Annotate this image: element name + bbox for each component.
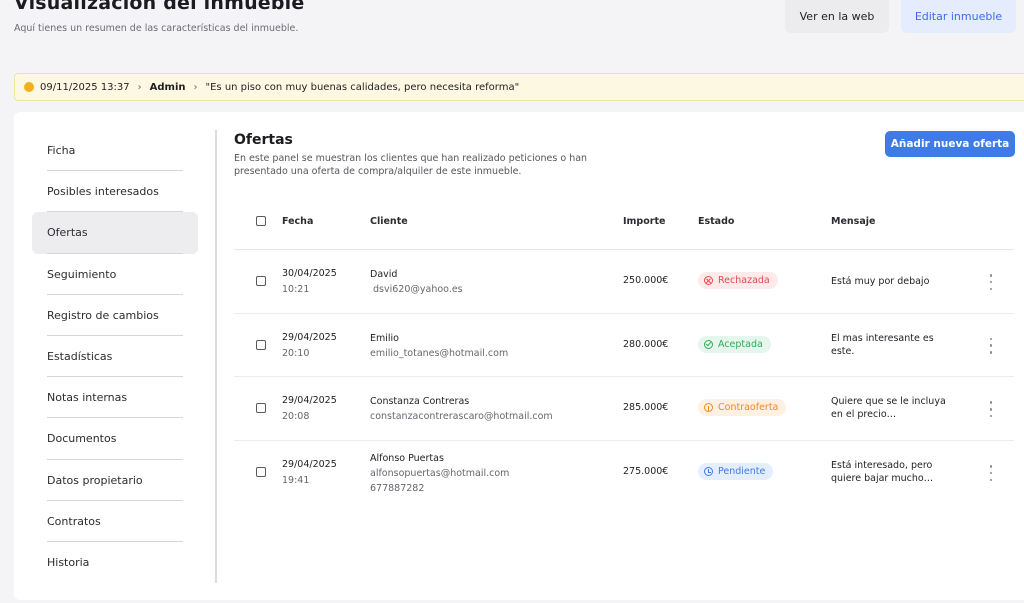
client-email: dsvi620@yahoo.es	[370, 284, 463, 295]
offer-amount: 250.000€	[623, 275, 669, 286]
x-circle-icon	[704, 276, 713, 285]
warning-icon	[24, 82, 34, 92]
page-subtitle: Aquí tienes un resumen de las caracterís…	[14, 23, 299, 34]
status-label: Contraoferta	[718, 402, 779, 414]
sidebar-item-documentos[interactable]: Documentos	[32, 418, 198, 460]
sidebar-item-contratos[interactable]: Contratos	[32, 501, 198, 543]
offer-date-cell: 29/04/2025 20:10	[282, 331, 337, 360]
select-all-checkbox[interactable]	[256, 216, 266, 226]
offers-table: Fecha Cliente Importe Estado Mensaje 30/…	[234, 198, 1014, 505]
offer-date: 29/04/2025	[282, 459, 337, 471]
table-header: Fecha Cliente Importe Estado Mensaje	[234, 198, 1014, 250]
status-label: Aceptada	[718, 338, 763, 350]
column-date[interactable]: Fecha	[282, 216, 313, 227]
client-cell: Alfonso Puertas alfonsopuertas@hotmail.co…	[370, 452, 509, 495]
status-badge: Contraoferta	[698, 399, 787, 417]
row-checkbox[interactable]	[256, 467, 266, 478]
client-name: David	[370, 269, 398, 280]
section-title: Ofertas	[234, 132, 293, 148]
latest-note-banner[interactable]: 09/11/2025 13:37 › Admin › "Es un piso c…	[14, 73, 1024, 101]
column-message[interactable]: Mensaje	[831, 216, 946, 227]
sidebar-item-datos-propietario[interactable]: Datos propietario	[32, 460, 198, 501]
offer-amount: 285.000€	[623, 402, 669, 414]
chevron-right-icon: ›	[193, 81, 198, 93]
client-email: alfonsopuertas@hotmail.com	[370, 468, 510, 480]
status-cell: Aceptada	[698, 335, 771, 353]
client-phone: 677887282	[370, 483, 425, 495]
offer-date-cell: 29/04/2025 19:41	[282, 458, 337, 487]
row-checkbox[interactable]	[256, 276, 266, 286]
page-title: Visualización del inmueble	[14, 0, 305, 14]
status-label: Pendiente	[718, 466, 766, 478]
offer-time: 10:21	[282, 284, 310, 295]
status-cell: Pendiente	[698, 463, 774, 481]
status-label: Rechazada	[718, 275, 770, 286]
clock-icon	[704, 467, 713, 477]
offer-message: Quiere que se le incluya en el precio…	[831, 396, 946, 421]
table-row[interactable]: 29/04/2025 20:10 Emilio emilio_totanes@hotm…	[234, 314, 1014, 378]
note-datetime: 09/11/2025 13:37	[40, 81, 130, 93]
row-checkbox[interactable]	[256, 339, 266, 350]
offer-date: 29/04/2025	[282, 395, 337, 407]
client-name: Constanza Contreras	[370, 396, 470, 408]
content-panel: Ficha Posibles interesados Ofertas Seguimie…	[14, 112, 1024, 600]
offer-amount: 280.000€	[623, 338, 669, 350]
table-row[interactable]: 29/04/2025 19:41 Alfonso Puertas alfonsopue…	[234, 441, 1014, 505]
client-name: Emilio	[370, 332, 399, 344]
offer-time: 19:41	[282, 475, 310, 487]
page-header: Visualización del inmueble Aquí tienes u…	[0, 0, 1024, 48]
sidebar-item-estad-sticas[interactable]: Estadísticas	[32, 336, 198, 378]
status-cell: Contraoferta	[698, 399, 787, 417]
offer-time: 20:10	[282, 347, 310, 359]
client-email: emilio_totanes@hotmail.com	[370, 347, 509, 359]
status-badge: Rechazada	[698, 272, 778, 289]
offer-message: El mas interesante es este.	[831, 332, 934, 357]
status-badge: Pendiente	[698, 463, 774, 481]
column-status[interactable]: Estado	[698, 216, 734, 227]
offer-amount: 275.000€	[623, 466, 669, 478]
offer-date: 29/04/2025	[282, 331, 337, 343]
column-client[interactable]: Cliente	[370, 216, 408, 227]
sidebar-item-posibles-interesados[interactable]: Posibles interesados	[32, 171, 198, 213]
offer-message: Está muy por debajo	[831, 276, 930, 287]
chevron-right-icon: ›	[137, 81, 142, 93]
view-on-web-button[interactable]: Ver en la web	[785, 0, 889, 33]
alert-circle-icon	[704, 403, 713, 413]
status-cell: Rechazada	[698, 272, 778, 289]
sidebar-item-seguimiento[interactable]: Seguimiento	[32, 254, 198, 295]
offer-date: 30/04/2025	[282, 268, 337, 279]
offer-message: Está interesado, pero quiere bajar mucho…	[831, 460, 934, 485]
offer-time: 20:08	[282, 411, 310, 423]
section-nav: Ficha Posibles interesados Ofertas Seguimie…	[32, 130, 198, 583]
note-author: Admin	[149, 81, 186, 93]
more-vertical-icon[interactable]	[984, 465, 998, 482]
table-row[interactable]: 30/04/2025 10:21 David dsvi620@yahoo.es 250…	[234, 250, 1014, 314]
offer-date-cell: 29/04/2025 20:08	[282, 394, 337, 423]
column-amount[interactable]: Importe	[623, 216, 665, 227]
more-vertical-icon[interactable]	[984, 274, 998, 290]
add-offer-button[interactable]: Añadir nueva oferta	[885, 131, 1015, 157]
client-cell: David dsvi620@yahoo.es	[370, 268, 463, 296]
client-name: Alfonso Puertas	[370, 453, 444, 465]
nav-divider	[215, 130, 217, 583]
table-row[interactable]: 29/04/2025 20:08 Constanza Contreras consta…	[234, 377, 1014, 442]
section-description: En este panel se muestran los clientes q…	[234, 153, 588, 177]
row-checkbox[interactable]	[256, 403, 266, 414]
more-vertical-icon[interactable]	[984, 401, 998, 418]
sidebar-item-ofertas[interactable]: Ofertas	[32, 212, 198, 254]
status-badge: Aceptada	[698, 335, 771, 353]
offer-date-cell: 30/04/2025 10:21	[282, 267, 337, 296]
client-cell: Constanza Contreras constanzacontrerascar…	[370, 395, 553, 423]
client-cell: Emilio emilio_totanes@hotmail.com	[370, 332, 508, 360]
note-message: "Es un piso con muy buenas calidades, pe…	[205, 81, 520, 93]
sidebar-item-ficha[interactable]: Ficha	[32, 130, 198, 172]
check-circle-icon	[704, 339, 713, 349]
sidebar-item-notas-internas[interactable]: Notas internas	[32, 377, 198, 419]
table-body: 30/04/2025 10:21 David dsvi620@yahoo.es 250…	[234, 250, 1014, 505]
sidebar-item-historia[interactable]: Historia	[32, 542, 198, 583]
client-email: constanzacontrerascaro@hotmail.com	[370, 411, 553, 423]
edit-property-button[interactable]: Editar inmueble	[901, 0, 1016, 33]
more-vertical-icon[interactable]	[984, 337, 998, 354]
sidebar-item-registro-de-cambios[interactable]: Registro de cambios	[32, 295, 198, 337]
